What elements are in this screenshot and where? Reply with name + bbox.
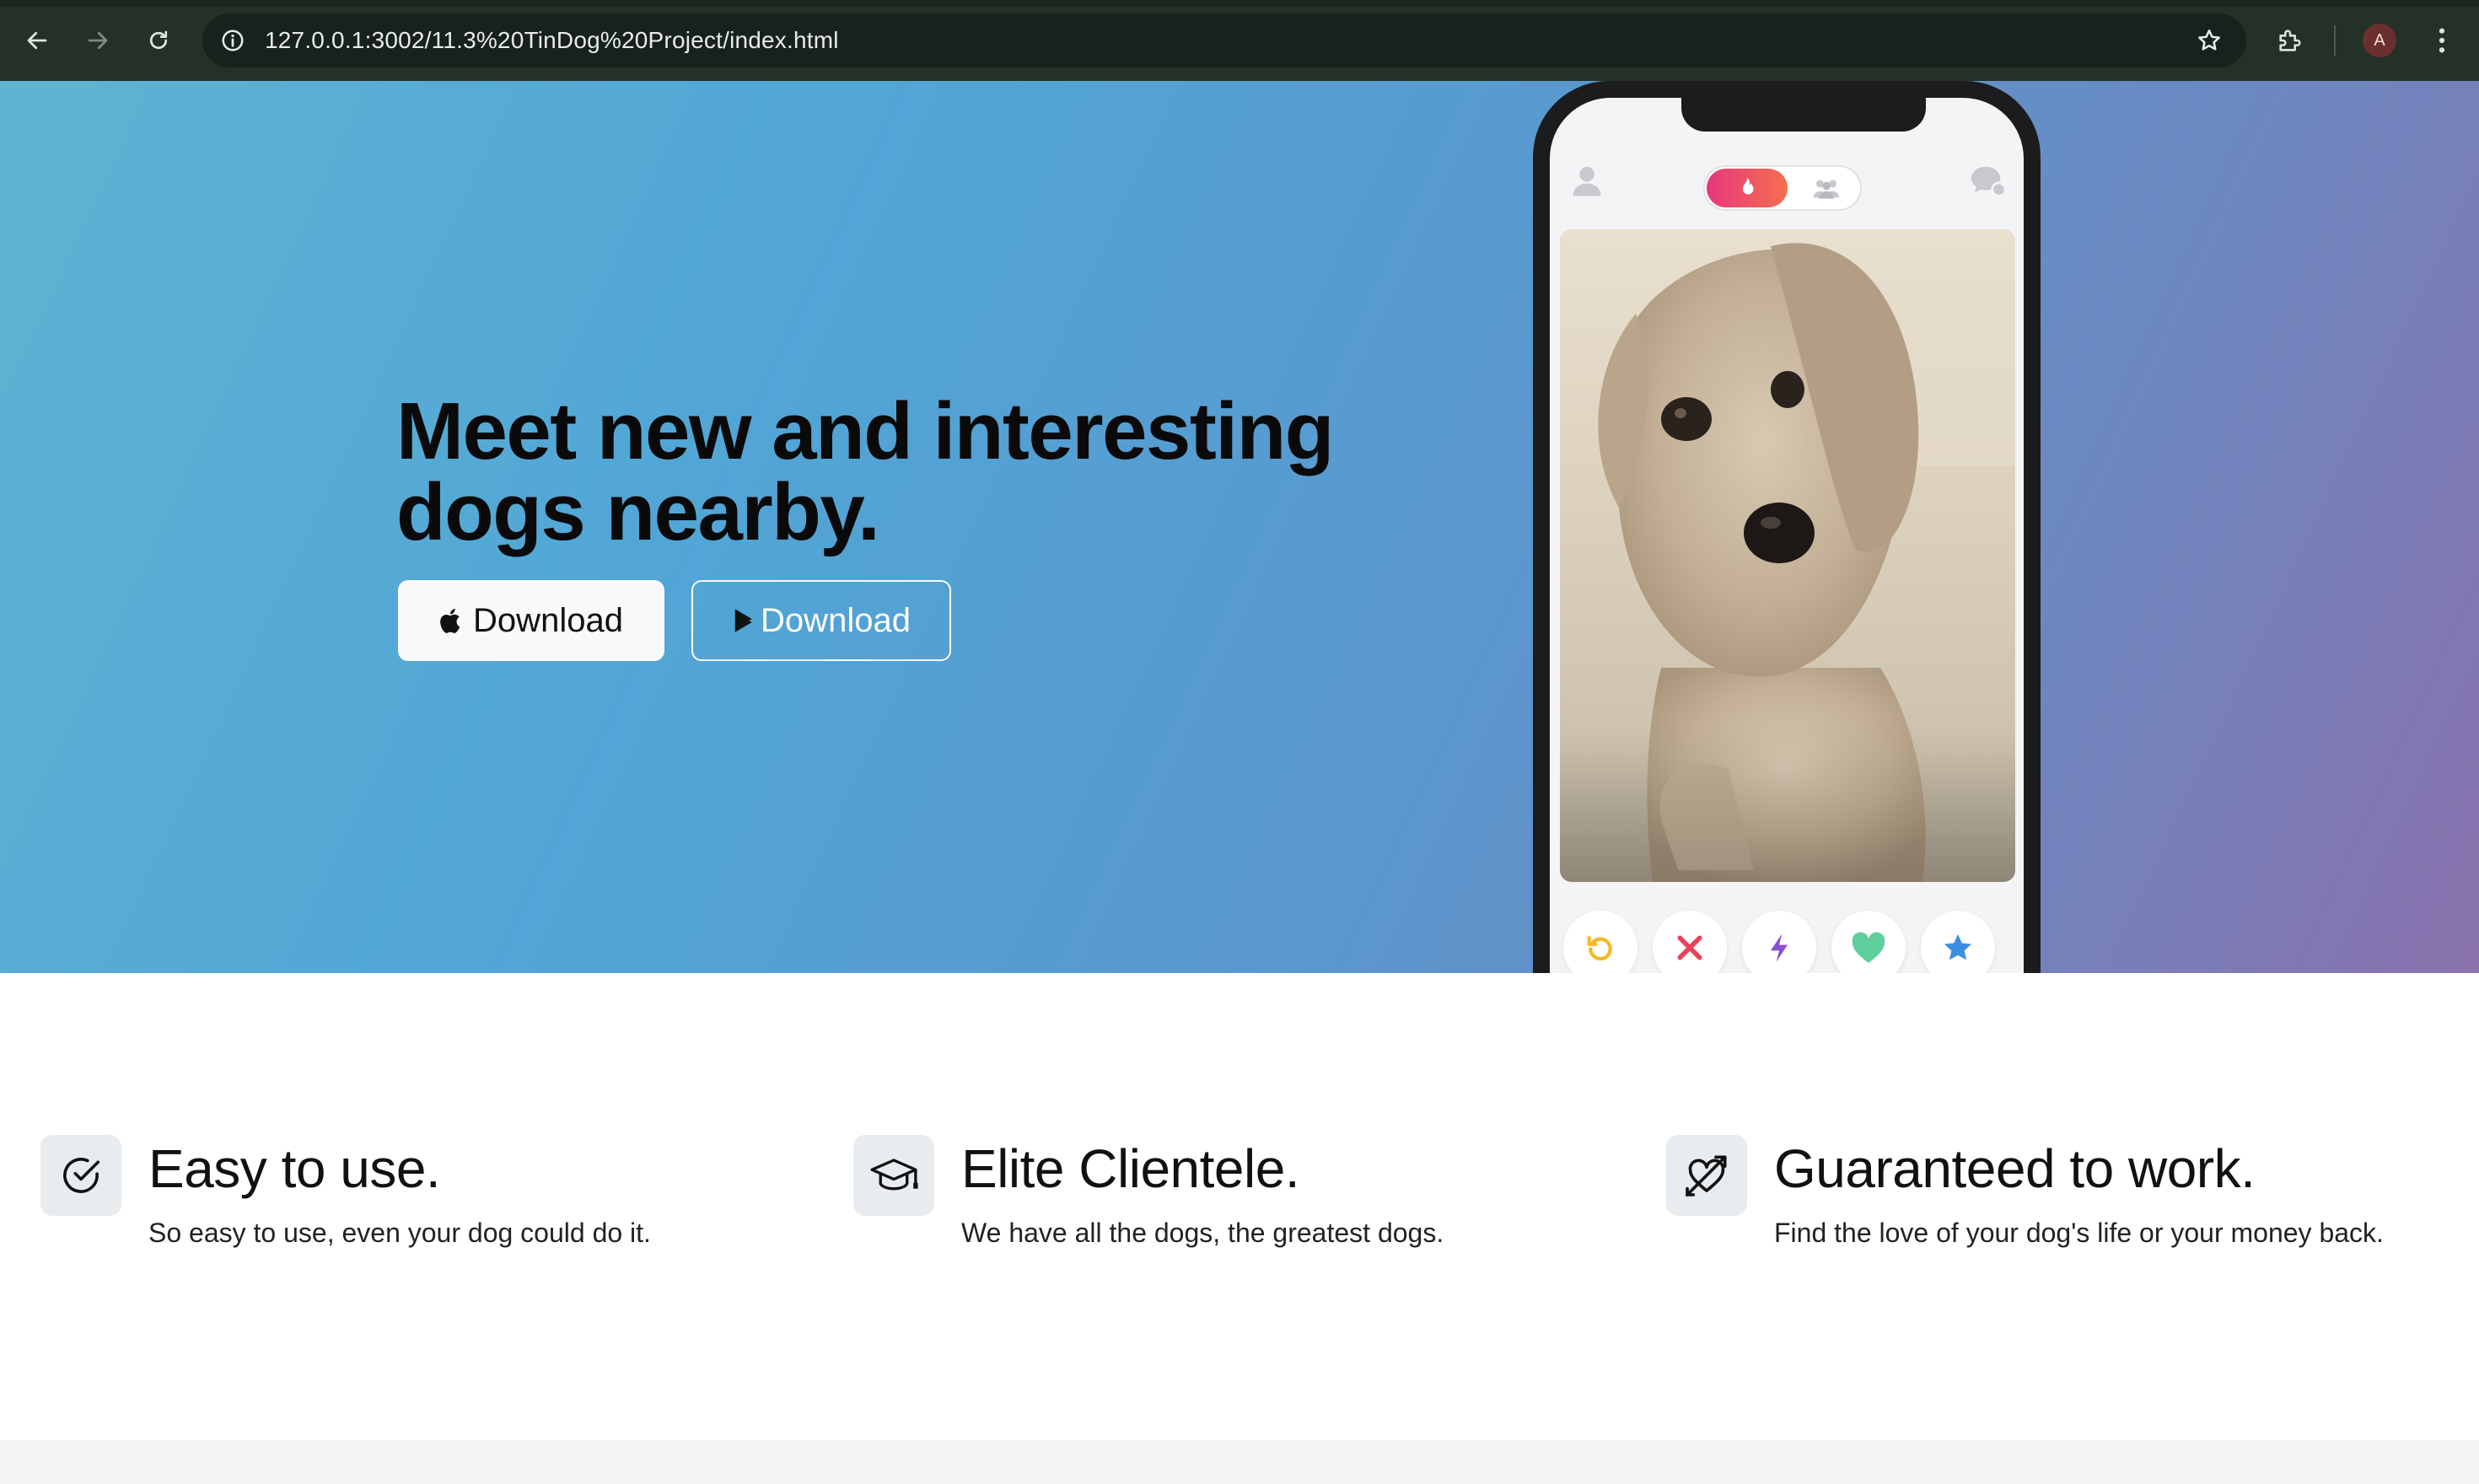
apple-download-label: Download bbox=[473, 601, 623, 639]
dog-profile-photo[interactable] bbox=[1560, 229, 2015, 882]
play-download-button[interactable]: Download bbox=[691, 580, 951, 661]
play-download-label: Download bbox=[761, 601, 911, 639]
boost-button[interactable] bbox=[1742, 911, 1816, 973]
feature-text: Find the love of your dog's life or your… bbox=[1774, 1218, 2384, 1248]
user-icon bbox=[1573, 166, 1601, 196]
forward-arrow-icon[interactable] bbox=[78, 20, 118, 61]
extensions-icon[interactable] bbox=[2270, 20, 2310, 61]
hero-section: Meet new and interesting dogs nearby. Do… bbox=[0, 81, 2479, 973]
chat-icon bbox=[1971, 166, 2007, 197]
rewind-button[interactable] bbox=[1563, 911, 1637, 973]
phone-notch bbox=[1681, 98, 1926, 132]
footer-band bbox=[0, 1440, 2479, 1484]
feature-title: Easy to use. bbox=[148, 1138, 441, 1199]
reload-icon[interactable] bbox=[138, 20, 179, 61]
hero-title: Meet new and interesting dogs nearby. bbox=[396, 386, 1334, 557]
star-icon[interactable] bbox=[2192, 24, 2226, 57]
check-circle-icon bbox=[40, 1135, 121, 1216]
back-arrow-icon[interactable] bbox=[17, 20, 57, 61]
flame-icon[interactable] bbox=[1707, 169, 1788, 207]
kebab-menu-icon[interactable] bbox=[2425, 20, 2459, 61]
google-play-icon bbox=[734, 609, 752, 632]
people-icon[interactable] bbox=[1796, 169, 1857, 207]
apple-icon bbox=[440, 609, 460, 633]
app-mode-toggle[interactable] bbox=[1703, 165, 1862, 211]
rewind-icon bbox=[1587, 936, 1612, 961]
bolt-icon bbox=[1771, 933, 1788, 962]
like-button[interactable] bbox=[1831, 911, 1906, 973]
browser-toolbar: 127.0.0.1:3002/11.3%20TinDog%20Project/i… bbox=[0, 0, 2479, 81]
phone-mockup bbox=[1533, 81, 2041, 973]
feature-text: So easy to use, even your dog could do i… bbox=[148, 1218, 651, 1248]
apple-download-button[interactable]: Download bbox=[398, 580, 664, 661]
feature-text: We have all the dogs, the greatest dogs. bbox=[961, 1218, 1444, 1248]
toolbar-divider bbox=[2334, 25, 2336, 56]
phone-screen bbox=[1550, 98, 2024, 973]
feature-title: Guaranteed to work. bbox=[1774, 1138, 2256, 1199]
address-bar[interactable]: 127.0.0.1:3002/11.3%20TinDog%20Project/i… bbox=[202, 13, 2246, 67]
tab-strip bbox=[0, 0, 2479, 7]
super-like-button[interactable] bbox=[1921, 911, 1995, 973]
heart-icon bbox=[1852, 932, 1885, 964]
swipe-action-bar bbox=[1550, 911, 2024, 973]
graduation-cap-icon bbox=[853, 1135, 934, 1216]
heart-arrow-icon bbox=[1666, 1135, 1747, 1216]
feature-title: Elite Clientele. bbox=[961, 1138, 1300, 1199]
info-icon[interactable] bbox=[216, 24, 250, 57]
url-text[interactable]: 127.0.0.1:3002/11.3%20TinDog%20Project/i… bbox=[265, 25, 839, 56]
profile-avatar[interactable]: A bbox=[2363, 24, 2396, 57]
star-icon bbox=[1944, 934, 1972, 960]
x-icon bbox=[1677, 935, 1702, 960]
nope-button[interactable] bbox=[1653, 911, 1727, 973]
